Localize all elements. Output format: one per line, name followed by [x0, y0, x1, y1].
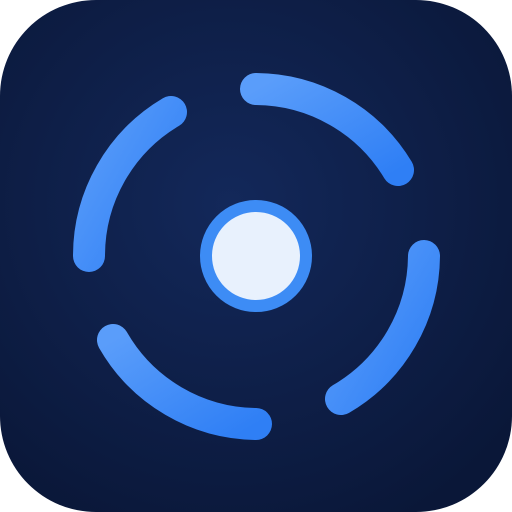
center-dot	[200, 200, 312, 312]
orbit-ring-icon	[0, 0, 512, 512]
app-icon	[0, 0, 512, 512]
